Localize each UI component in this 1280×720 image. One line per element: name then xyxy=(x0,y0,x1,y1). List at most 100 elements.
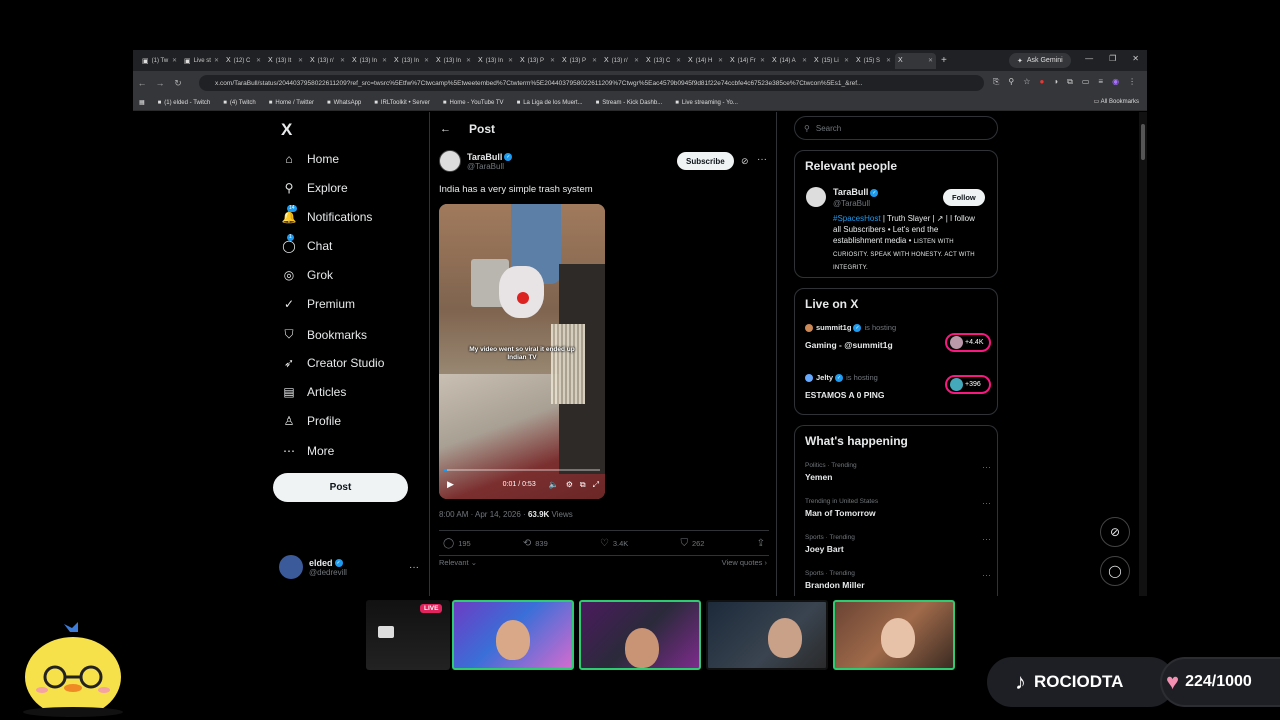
browser-tab[interactable]: X (15) S ✕ xyxy=(853,53,894,69)
tab-close-icon[interactable]: ✕ xyxy=(382,57,387,64)
post-button[interactable]: Post xyxy=(273,473,408,502)
tab-close-icon[interactable]: ✕ xyxy=(256,57,261,64)
account-more-icon[interactable]: ··· xyxy=(409,562,419,573)
sort-dropdown[interactable]: Relevant ⌄ xyxy=(439,558,477,567)
trend-item[interactable]: Trending in United States Man of Tomorrow… xyxy=(805,498,991,518)
reply-button[interactable]: ◯ 195 xyxy=(443,538,471,549)
nav-item-notifications[interactable]: 🔔 14 Notifications xyxy=(281,205,372,224)
bookmark-button[interactable]: ⛉ 262 xyxy=(680,538,704,549)
browser-tab[interactable]: X ✕ xyxy=(895,52,936,69)
account-switcher[interactable]: elded ✓ @dedrevill ··· xyxy=(279,555,419,579)
scrollbar-thumb[interactable] xyxy=(1141,124,1145,160)
volume-icon[interactable]: 🔈 xyxy=(549,480,559,489)
grok-icon[interactable]: ⊘ xyxy=(741,156,749,167)
tab-close-icon[interactable]: ✕ xyxy=(802,57,807,64)
bookmark-item[interactable]: ■ Home / Twitter xyxy=(269,100,314,106)
bookmark-item[interactable]: ■ (4) Twitch xyxy=(223,100,256,106)
scrollbar[interactable] xyxy=(1139,112,1147,596)
extension-icon-2[interactable]: ◑ xyxy=(1053,77,1058,87)
trend-item[interactable]: Sports · Trending Joey Bart ··· xyxy=(805,534,991,554)
trend-more-icon[interactable]: ··· xyxy=(982,462,991,472)
tab-close-icon[interactable]: ✕ xyxy=(928,57,933,64)
ask-gemini-button[interactable]: ✦ Ask Gemini xyxy=(1009,53,1071,68)
back-icon[interactable]: ← xyxy=(133,78,151,88)
nav-item-profile[interactable]: ♙ Profile xyxy=(281,414,341,428)
url-bar[interactable]: x.com/TaraBull/status/204403795802261120… xyxy=(199,75,984,91)
bookmark-item[interactable]: ■ La Liga de los Muert... xyxy=(517,100,583,106)
search-input[interactable]: ⚲ Search xyxy=(794,116,998,140)
bookmark-item[interactable]: ■ (1) elded - Twitch xyxy=(158,100,211,106)
x-logo-icon[interactable]: X xyxy=(281,120,292,140)
tab-close-icon[interactable]: ✕ xyxy=(844,57,849,64)
back-arrow-icon[interactable]: ← xyxy=(440,123,451,135)
play-icon[interactable]: ▶ xyxy=(447,479,454,490)
tab-close-icon[interactable]: ✕ xyxy=(760,57,765,64)
like-button[interactable]: ♡ 3.4K xyxy=(600,538,628,549)
bookmark-item[interactable]: ■ Stream - Kick Dashb... xyxy=(596,100,663,106)
live-item[interactable]: summit1g ✓ is hosting Gaming - @summit1g +… xyxy=(805,323,991,352)
browser-tab[interactable]: ▣ Live st ✕ xyxy=(181,53,222,69)
extension-icon-1[interactable]: ● xyxy=(1039,77,1044,87)
minimize-icon[interactable]: — xyxy=(1085,54,1093,63)
trend-item[interactable]: Politics · Trending Yemen ··· xyxy=(805,462,991,482)
tab-close-icon[interactable]: ✕ xyxy=(424,57,429,64)
browser-tab[interactable]: X (13) r/ ✕ xyxy=(307,53,348,69)
settings-icon[interactable]: ⚙ xyxy=(566,480,573,489)
nav-item-bookmarks[interactable]: ⛉ Bookmarks xyxy=(281,327,367,342)
repost-button[interactable]: ⟲ 839 xyxy=(523,538,548,549)
tab-close-icon[interactable]: ✕ xyxy=(172,57,177,64)
post-more-icon[interactable]: ··· xyxy=(757,154,767,165)
browser-tab[interactable]: X (13) In ✕ xyxy=(349,53,390,69)
author-avatar[interactable] xyxy=(439,150,461,172)
reload-icon[interactable]: ↻ xyxy=(169,78,187,89)
profile-icon[interactable]: ◉ xyxy=(1112,77,1119,87)
browser-tab[interactable]: X (13) In ✕ xyxy=(475,53,516,69)
subscribe-button[interactable]: Subscribe xyxy=(677,152,734,170)
post-timestamp[interactable]: 8:00 AM · Apr 14, 2026 · xyxy=(439,510,528,519)
nav-item-premium[interactable]: ✓ Premium xyxy=(281,297,355,311)
browser-tab[interactable]: X (13) C ✕ xyxy=(643,53,684,69)
trend-item[interactable]: Sports · Trending Brandon Miller ··· xyxy=(805,570,991,590)
extension-icon-4[interactable]: ▭ xyxy=(1082,77,1090,87)
new-tab-icon[interactable]: + xyxy=(941,55,947,66)
browser-tab[interactable]: X (12) C ✕ xyxy=(223,53,264,69)
zoom-icon[interactable]: ⚲ xyxy=(1008,77,1014,87)
share-button[interactable]: ⇪ xyxy=(757,538,765,549)
all-bookmarks[interactable]: ▭ All Bookmarks xyxy=(1094,98,1139,105)
bookmark-item[interactable]: ■ WhatsApp xyxy=(327,100,361,106)
tab-close-icon[interactable]: ✕ xyxy=(676,57,681,64)
browser-tab[interactable]: X (13) In ✕ xyxy=(391,53,432,69)
browser-tab[interactable]: X (14) H ✕ xyxy=(685,53,726,69)
video-player[interactable]: My video went so viral it ended up India… xyxy=(439,204,605,499)
video-progress-bar[interactable] xyxy=(444,469,600,471)
live-item[interactable]: Jelty ✓ is hosting ESTAMOS A 0 PING +396 xyxy=(805,373,991,400)
nav-item-home[interactable]: ⌂ Home xyxy=(281,152,339,166)
relevant-avatar[interactable] xyxy=(806,187,826,207)
restore-icon[interactable]: ❐ xyxy=(1109,54,1116,63)
tab-close-icon[interactable]: ✕ xyxy=(718,57,723,64)
browser-tab[interactable]: ▣ (1) Tw ✕ xyxy=(139,53,180,69)
trend-more-icon[interactable]: ··· xyxy=(982,534,991,544)
bookmark-item[interactable]: ■ Home - YouTube TV xyxy=(443,100,504,106)
extension-icon-5[interactable]: ≡ xyxy=(1098,77,1103,87)
browser-tab[interactable]: X (13) P ✕ xyxy=(559,53,600,69)
relevant-name-row[interactable]: TaraBull ✓ xyxy=(833,187,879,197)
trend-more-icon[interactable]: ··· xyxy=(982,570,991,580)
forward-icon[interactable]: → xyxy=(151,78,169,88)
browser-tab[interactable]: X (13) In ✕ xyxy=(433,53,474,69)
tab-close-icon[interactable]: ✕ xyxy=(298,57,303,64)
tab-close-icon[interactable]: ✕ xyxy=(214,57,219,64)
nav-item-explore[interactable]: ⚲ Explore xyxy=(281,181,348,195)
author-name[interactable]: TaraBull xyxy=(467,152,502,162)
tab-close-icon[interactable]: ✕ xyxy=(508,57,513,64)
view-quotes-link[interactable]: View quotes › xyxy=(722,558,767,567)
nav-item-more[interactable]: ⋯ More xyxy=(281,444,334,458)
tab-close-icon[interactable]: ✕ xyxy=(466,57,471,64)
share-icon[interactable]: ⎘ xyxy=(993,77,999,87)
browser-tab[interactable]: X (13) P ✕ xyxy=(517,53,558,69)
post-author[interactable]: TaraBull ✓ @TaraBull xyxy=(439,150,513,172)
fullscreen-icon[interactable]: ⤢ xyxy=(593,480,599,490)
star-icon[interactable]: ☆ xyxy=(1023,77,1030,87)
bookmark-item[interactable]: ■ IRLToolkit • Server xyxy=(374,100,430,106)
nav-item-grok[interactable]: ◎ Grok xyxy=(281,268,333,282)
